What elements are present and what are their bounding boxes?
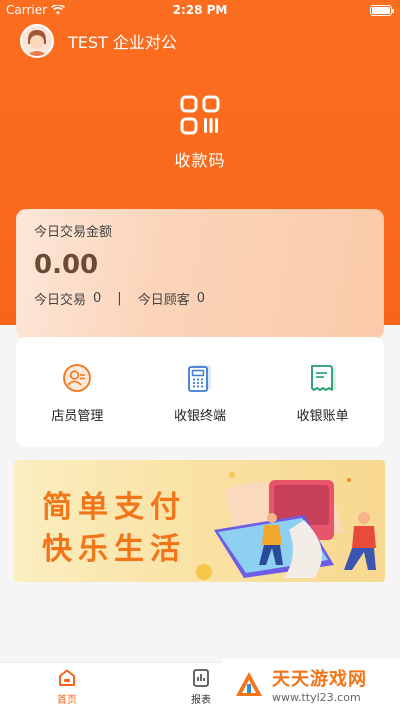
status-bar: Carrier 2:28 PM xyxy=(0,0,400,20)
status-time: 2:28 PM xyxy=(172,3,228,17)
customers-value: 0 xyxy=(196,291,205,306)
banner-line2: 快乐生活 xyxy=(42,532,186,567)
watermark-title: 天天游戏网 xyxy=(272,669,367,690)
page-title: TEST 企业对公 xyxy=(68,33,177,52)
promo-banner[interactable]: 简单支付 快乐生活 xyxy=(14,460,385,582)
home-icon xyxy=(59,669,75,686)
feature-label-terminal: 收银终端 xyxy=(174,409,227,424)
stats-title: 今日交易金额 xyxy=(34,225,113,240)
terminal-icon xyxy=(188,365,211,392)
feature-label-bill: 收银账单 xyxy=(296,409,349,424)
qr-label: 收款码 xyxy=(174,151,226,170)
transactions-value: 0 xyxy=(93,291,102,306)
transactions-label: 今日交易 xyxy=(34,293,87,308)
avatar-icon xyxy=(22,26,52,56)
cashier-terminal-button[interactable]: 收银终端 xyxy=(139,337,262,447)
bill-icon xyxy=(310,365,336,391)
banner-line1: 简单支付 xyxy=(42,490,186,525)
watermark-logo-icon xyxy=(236,671,262,696)
stats-amount: 0.00 xyxy=(34,250,99,280)
feature-label-staff: 店员管理 xyxy=(51,409,104,424)
nav-report-label: 报表 xyxy=(191,694,211,706)
cashier-bill-button[interactable]: 收银账单 xyxy=(261,337,384,447)
nav-home-label: 首页 xyxy=(57,694,77,706)
report-icon xyxy=(193,668,209,687)
today-stats-card: 今日交易金额 0.00 今日交易 0 | 今日顾客 0 xyxy=(16,209,384,339)
customers-label: 今日顾客 xyxy=(137,293,190,308)
battery-icon xyxy=(370,5,394,16)
watermark-url: www.ttyl23.com xyxy=(272,691,361,704)
avatar[interactable] xyxy=(20,24,54,58)
receive-qr-button[interactable]: 收款码 xyxy=(0,95,400,171)
stats-row: 今日交易 0 | 今日顾客 0 xyxy=(34,289,205,308)
stats-separator: | xyxy=(117,291,122,306)
banner-illustration xyxy=(196,472,376,580)
feature-card: 店员管理 收银终端 收银账单 xyxy=(16,337,384,447)
app-header: TEST 企业对公 xyxy=(20,24,177,58)
staff-icon xyxy=(63,364,92,392)
nav-home[interactable]: 首页 xyxy=(0,663,134,710)
qr-code-icon xyxy=(180,95,220,135)
watermark: 天天游戏网 www.ttyl23.com xyxy=(222,659,400,710)
staff-management-button[interactable]: 店员管理 xyxy=(16,337,139,447)
